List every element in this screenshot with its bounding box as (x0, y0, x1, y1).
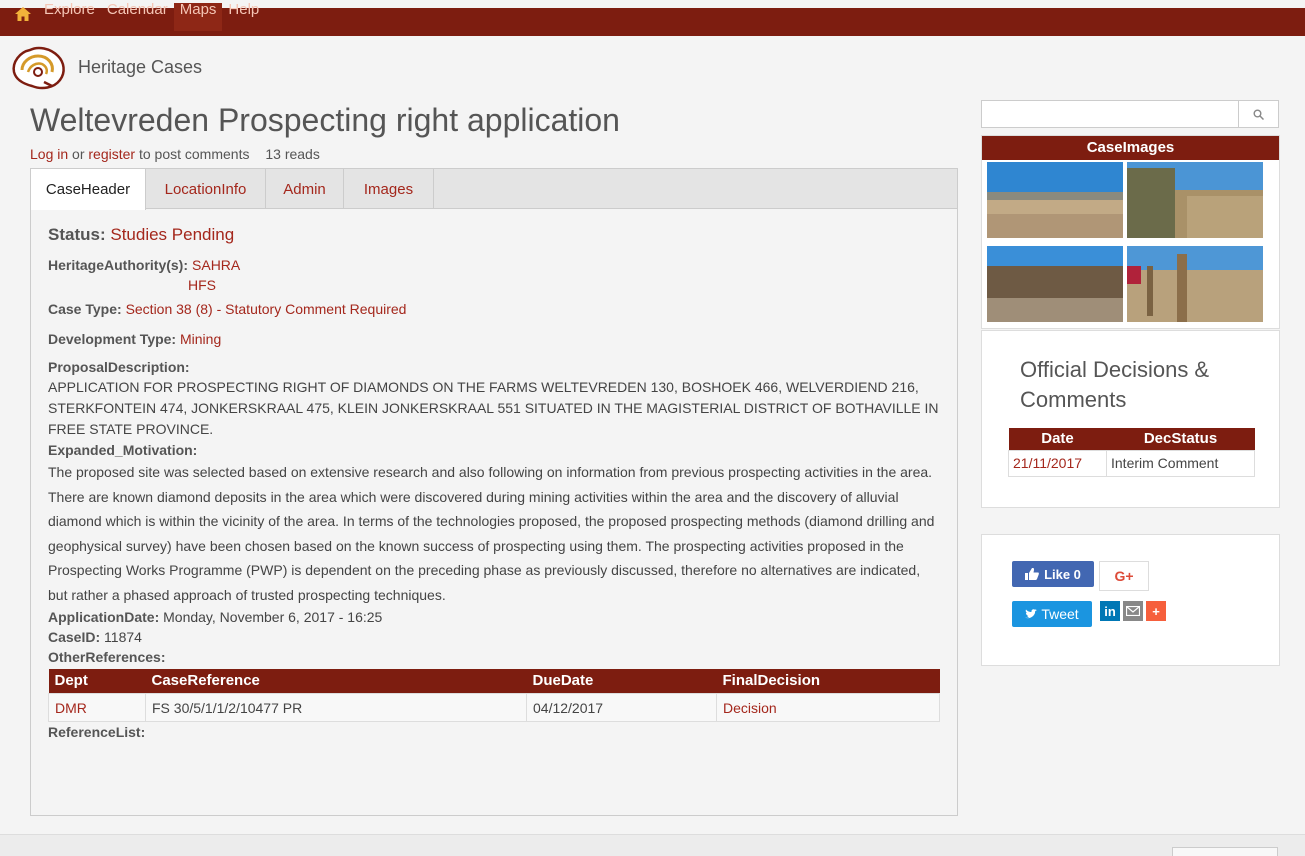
case-images-grid (982, 160, 1279, 328)
case-image-thumbnail[interactable] (987, 162, 1123, 238)
case-type-value[interactable]: Section 38 (8) - Statutory Comment Requi… (126, 301, 407, 317)
decision-status: Interim Comment (1106, 449, 1255, 477)
status-label: Status: (48, 225, 106, 244)
search-input[interactable] (981, 100, 1239, 128)
col-header-date: Date (1008, 428, 1107, 450)
footer-region (0, 834, 1305, 856)
dev-type-value[interactable]: Mining (180, 331, 221, 347)
col-header-decstatus: DecStatus (1106, 428, 1255, 450)
tab-images[interactable]: Images (344, 169, 434, 209)
nav-item-help[interactable]: Help (222, 2, 265, 23)
case-images-title: CaseImages (982, 136, 1279, 160)
search-icon (1253, 109, 1264, 120)
case-type-label: Case Type: (48, 301, 122, 317)
node-links: Log in or register to post comments 13 r… (30, 146, 960, 162)
reference-list-label: ReferenceList: (48, 724, 146, 740)
tab-caseheader[interactable]: CaseHeader (31, 169, 146, 210)
decision-date-link[interactable]: 21/11/2017 (1013, 455, 1082, 471)
case-id-value: 11874 (104, 629, 142, 645)
heritage-logo-icon[interactable] (8, 42, 70, 92)
site-branding: Heritage Cases (8, 42, 202, 92)
status-value[interactable]: Studies Pending (110, 225, 234, 244)
other-refs-label: OtherReferences: (48, 649, 166, 665)
email-icon[interactable] (1123, 601, 1143, 621)
official-decisions-block: Official Decisions & Comments Date DecSt… (981, 330, 1280, 508)
ref-due-date: 04/12/2017 (526, 693, 717, 722)
google-plus-button[interactable]: G+ (1099, 561, 1149, 591)
dev-type-row: Development Type: Mining (48, 329, 939, 349)
page-title: Weltevreden Prospecting right applicatio… (30, 102, 620, 138)
case-image-thumbnail[interactable] (1127, 246, 1263, 322)
case-image-thumbnail[interactable] (987, 246, 1123, 322)
login-link[interactable]: Log in (30, 146, 68, 162)
tab-admin[interactable]: Admin (266, 169, 344, 209)
thumbs-up-icon (1025, 568, 1039, 580)
share-more-icon[interactable]: + (1146, 601, 1166, 621)
status-row: Status: Studies Pending (48, 225, 939, 245)
main-content: Weltevreden Prospecting right applicatio… (30, 98, 960, 816)
app-date-label: ApplicationDate: (48, 609, 160, 625)
ref-dept-link[interactable]: DMR (55, 700, 87, 716)
col-header-duedate: DueDate (526, 669, 717, 694)
nav-item-calendar[interactable]: Calendar (101, 2, 174, 23)
register-link[interactable]: register (88, 146, 135, 162)
tweet-button[interactable]: Tweet (1012, 601, 1092, 627)
table-row: 21/11/2017 Interim Comment (1008, 449, 1255, 477)
case-image-thumbnail[interactable] (1127, 162, 1263, 238)
authority-hfs[interactable]: HFS (188, 275, 240, 295)
twitter-bird-icon (1025, 609, 1038, 619)
case-id-label: CaseID: (48, 629, 101, 645)
case-tabs: CaseHeader LocationInfo Admin Images (31, 169, 957, 210)
nav-item-maps[interactable]: Maps (173, 2, 223, 31)
ref-decision-link[interactable]: Decision (723, 700, 777, 716)
or-text: or (68, 146, 89, 162)
reads-count: 13 reads (265, 146, 320, 162)
facebook-like-button[interactable]: Like 0 (1012, 561, 1094, 587)
linkedin-icon[interactable]: in (1100, 601, 1120, 621)
site-name[interactable]: Heritage Cases (78, 57, 202, 78)
footer-box (1172, 847, 1278, 856)
motivation-text: The proposed site was selected based on … (48, 464, 935, 603)
case-panel: CaseHeader LocationInfo Admin Images Sta… (30, 168, 958, 816)
decisions-title: Official Decisions & Comments (1020, 357, 1210, 412)
tab-locationinfo[interactable]: LocationInfo (146, 169, 266, 209)
proposal-label: ProposalDescription: (48, 359, 190, 375)
case-header-content: Status: Studies Pending HeritageAuthorit… (31, 209, 957, 742)
ref-case-reference: FS 30/5/1/1/2/10477 PR (145, 693, 527, 722)
post-comments-text: to post comments (135, 146, 250, 162)
authority-sahra[interactable]: SAHRA (192, 255, 240, 275)
authority-label: HeritageAuthority(s): (48, 257, 189, 273)
col-header-finaldecision: FinalDecision (716, 669, 940, 694)
case-type-row: Case Type: Section 38 (8) - Statutory Co… (48, 299, 939, 319)
case-images-block: CaseImages (981, 135, 1280, 329)
col-header-casereference: CaseReference (145, 669, 527, 694)
social-share-block: Like 0 G+ Tweet in + (981, 534, 1280, 666)
other-references-table: Dept CaseReference DueDate FinalDecision… (48, 669, 940, 722)
like-label: Like 0 (1044, 566, 1081, 582)
proposal-text: APPLICATION FOR PROSPECTING RIGHT OF DIA… (48, 379, 939, 437)
case-id-row: CaseID: 11874 (48, 627, 939, 647)
table-row: DMR FS 30/5/1/1/2/10477 PR 04/12/2017 De… (48, 693, 940, 722)
search-button[interactable] (1238, 100, 1279, 128)
motivation-label: Expanded_Motivation: (48, 442, 198, 458)
col-header-dept: Dept (48, 669, 146, 694)
decisions-table: Date DecStatus 21/11/2017 Interim Commen… (1008, 428, 1255, 477)
authority-row: HeritageAuthority(s): SAHRA HFS (48, 255, 939, 295)
dev-type-label: Development Type: (48, 331, 177, 347)
nav-item-explore[interactable]: Explore (38, 2, 101, 23)
tweet-label: Tweet (1041, 606, 1079, 622)
app-date-row: ApplicationDate: Monday, November 6, 201… (48, 607, 939, 627)
home-icon[interactable] (8, 4, 38, 24)
app-date-value: Monday, November 6, 2017 - 16:25 (163, 609, 383, 625)
top-navigation-bar: Explore Calendar Maps Help (0, 0, 1305, 36)
